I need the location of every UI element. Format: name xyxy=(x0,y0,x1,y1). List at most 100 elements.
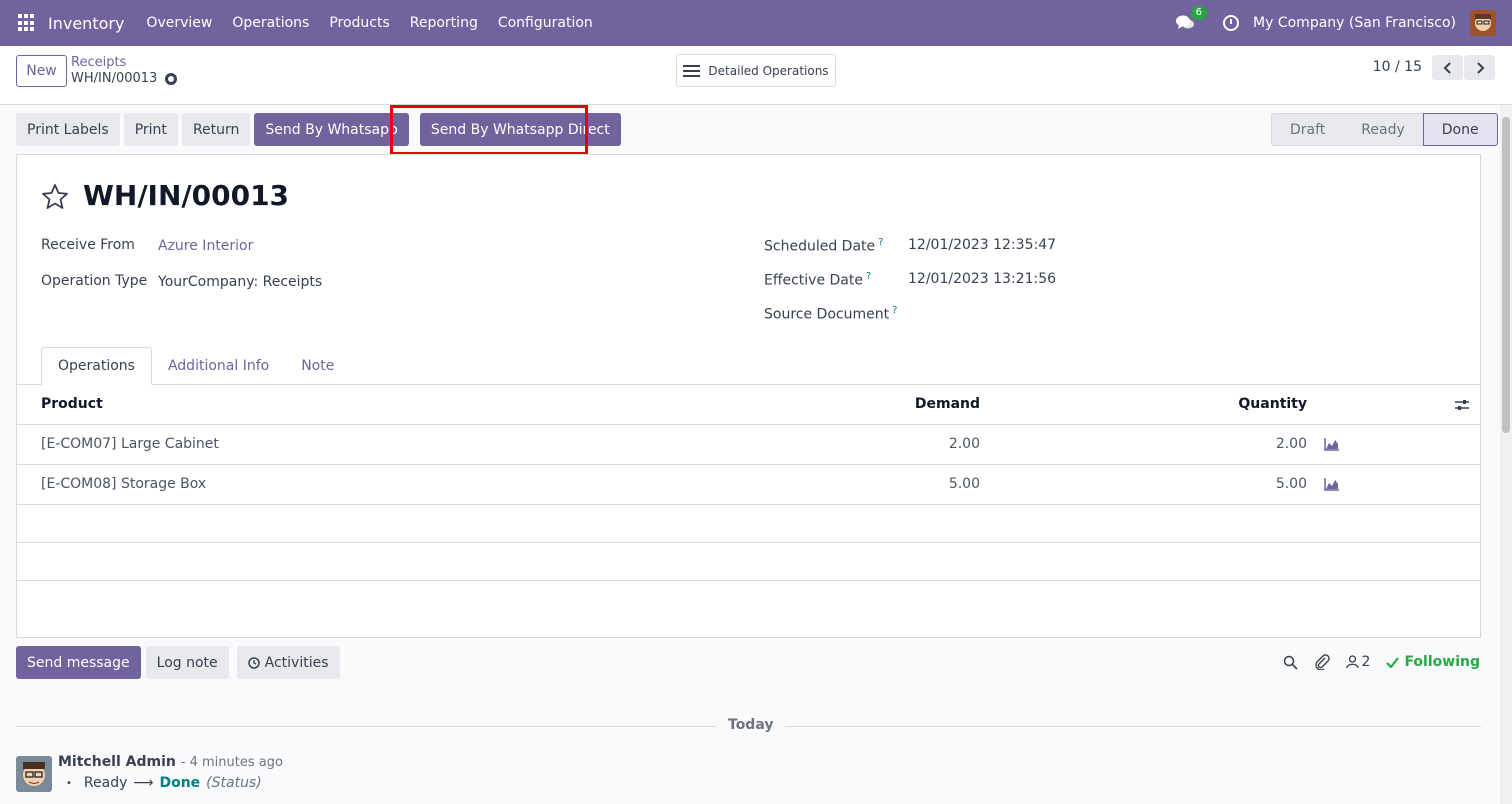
messaging-icon[interactable]: 6 xyxy=(1175,6,1208,32)
company-switcher[interactable]: My Company (San Francisco) xyxy=(1253,15,1456,31)
pager-value[interactable]: 10 / 15 xyxy=(1373,59,1422,75)
menu-operations[interactable]: Operations xyxy=(232,15,309,31)
send-by-whatsapp-direct-button[interactable]: Send By Whatsapp Direct xyxy=(419,113,621,146)
record-name: WH/IN/00013 xyxy=(71,71,158,86)
operation-type-label: Operation Type xyxy=(41,273,148,289)
effective-date-value: 12/01/2023 13:21:56 xyxy=(908,271,1057,287)
gear-icon[interactable] xyxy=(165,72,178,85)
pager-previous-button[interactable] xyxy=(1432,55,1463,80)
clock-icon xyxy=(247,656,260,669)
scheduled-date-label: Scheduled Date? xyxy=(764,237,884,255)
top-navbar: Inventory Overview Operations Products R… xyxy=(0,0,1512,46)
row-demand: 5.00 xyxy=(948,476,980,492)
pager-next-button[interactable] xyxy=(1464,55,1495,80)
author-avatar[interactable] xyxy=(16,756,52,792)
scrollbar[interactable] xyxy=(1500,105,1512,804)
help-tooltip-icon[interactable]: ? xyxy=(866,271,871,282)
date-separator: Today xyxy=(716,717,786,733)
activities-label: Activities xyxy=(264,654,329,671)
detailed-operations-button[interactable]: Detailed Operations xyxy=(676,54,836,87)
followers-button[interactable]: 2 xyxy=(1345,654,1371,670)
effective-date-label: Effective Date? xyxy=(764,271,872,289)
chevron-left-icon xyxy=(1443,61,1451,74)
menu-products[interactable]: Products xyxy=(329,15,389,31)
optional-columns-icon[interactable] xyxy=(1454,397,1470,413)
row-demand: 2.00 xyxy=(948,436,980,452)
bullet-icon: • xyxy=(66,777,72,789)
apps-menu-icon[interactable] xyxy=(18,14,36,32)
tracking-new-value: Done xyxy=(159,775,201,791)
receive-from-value[interactable]: Azure Interior xyxy=(158,238,253,254)
send-by-whatsapp-button[interactable]: Send By Whatsapp xyxy=(254,113,409,146)
row-product: [E-COM08] Storage Box xyxy=(41,476,207,492)
chatter-buttons: Send message Log note Activities xyxy=(16,646,340,679)
tracking-value: • Ready ⟶ Done (Status) xyxy=(66,775,262,791)
table-row[interactable]: [E-COM07] Large Cabinet 2.00 2.00 xyxy=(17,425,1480,465)
menu-reporting[interactable]: Reporting xyxy=(410,15,478,31)
forecast-chart-icon[interactable] xyxy=(1324,477,1340,491)
tab-note[interactable]: Note xyxy=(285,347,350,385)
detailed-operations-label: Detailed Operations xyxy=(708,63,829,78)
empty-row xyxy=(17,505,1480,543)
tracking-old-value: Ready xyxy=(83,775,128,791)
form-sheet: WH/IN/00013 Receive From Azure Interior … xyxy=(16,154,1481,638)
activities-button[interactable]: Activities xyxy=(236,646,340,679)
operation-type-value[interactable]: YourCompany: Receipts xyxy=(158,274,322,290)
operations-table: Product Demand Quantity [E-COM07] Large … xyxy=(17,385,1480,581)
tab-additional-info[interactable]: Additional Info xyxy=(152,347,285,385)
notebook-tabs: Operations Additional Info Note xyxy=(41,347,350,385)
menu-overview[interactable]: Overview xyxy=(146,15,212,31)
following-label: Following xyxy=(1404,654,1480,670)
menu-configuration[interactable]: Configuration xyxy=(498,15,593,31)
search-icon[interactable] xyxy=(1283,655,1298,670)
paperclip-icon[interactable] xyxy=(1314,654,1330,670)
print-labels-button[interactable]: Print Labels xyxy=(16,113,120,146)
header-demand[interactable]: Demand xyxy=(915,396,980,412)
chatter-topbar-right: 2 Following xyxy=(1283,654,1480,670)
send-message-button[interactable]: Send message xyxy=(16,646,141,679)
status-bar: Draft Ready Done xyxy=(1271,113,1498,146)
followers-count: 2 xyxy=(1361,654,1371,670)
messaging-badge: 6 xyxy=(1190,6,1208,20)
action-buttons: Print Labels Print Return Send By Whatsa… xyxy=(16,113,621,146)
tracking-field-name: (Status) xyxy=(206,775,262,791)
user-avatar[interactable] xyxy=(1470,10,1496,36)
scheduled-date-value[interactable]: 12/01/2023 12:35:47 xyxy=(908,237,1056,253)
favorite-star-icon[interactable] xyxy=(41,183,69,211)
source-document-label: Source Document? xyxy=(764,305,898,323)
control-panel: New Receipts WH/IN/00013 Detailed Operat… xyxy=(0,46,1512,105)
row-quantity: 2.00 xyxy=(1275,436,1307,452)
table-row[interactable]: [E-COM08] Storage Box 5.00 5.00 xyxy=(17,465,1480,505)
stage-done[interactable]: Done xyxy=(1422,113,1498,146)
table-header: Product Demand Quantity xyxy=(17,385,1480,425)
author-name[interactable]: Mitchell Admin xyxy=(58,754,176,770)
activity-clock-icon[interactable] xyxy=(1223,15,1240,31)
scrollbar-thumb[interactable] xyxy=(1502,117,1510,433)
help-tooltip-icon[interactable]: ? xyxy=(878,237,883,248)
breadcrumb-current: WH/IN/00013 xyxy=(71,71,178,86)
message-author: Mitchell Admin - 4 minutes ago xyxy=(58,754,283,770)
stage-ready[interactable]: Ready xyxy=(1343,113,1423,146)
breadcrumb-receipts[interactable]: Receipts xyxy=(71,55,126,70)
following-button[interactable]: Following xyxy=(1386,654,1480,670)
header-product[interactable]: Product xyxy=(41,396,103,412)
check-icon xyxy=(1386,656,1400,668)
log-note-button[interactable]: Log note xyxy=(145,646,229,679)
arrow-right-icon: ⟶ xyxy=(133,775,154,791)
tab-operations[interactable]: Operations xyxy=(41,347,152,385)
return-button[interactable]: Return xyxy=(181,113,251,146)
stage-draft[interactable]: Draft xyxy=(1271,113,1344,146)
list-icon xyxy=(683,64,701,77)
message-time: - 4 minutes ago xyxy=(180,755,283,770)
chevron-right-icon xyxy=(1476,61,1484,74)
help-tooltip-icon[interactable]: ? xyxy=(892,305,897,316)
forecast-chart-icon[interactable] xyxy=(1324,437,1340,451)
app-brand[interactable]: Inventory xyxy=(48,14,124,33)
row-quantity: 5.00 xyxy=(1275,476,1307,492)
row-product: [E-COM07] Large Cabinet xyxy=(41,436,219,452)
user-icon xyxy=(1345,655,1359,669)
new-button[interactable]: New xyxy=(16,55,67,87)
record-title: WH/IN/00013 xyxy=(83,179,290,212)
header-quantity[interactable]: Quantity xyxy=(1238,396,1307,412)
print-button[interactable]: Print xyxy=(123,113,178,146)
